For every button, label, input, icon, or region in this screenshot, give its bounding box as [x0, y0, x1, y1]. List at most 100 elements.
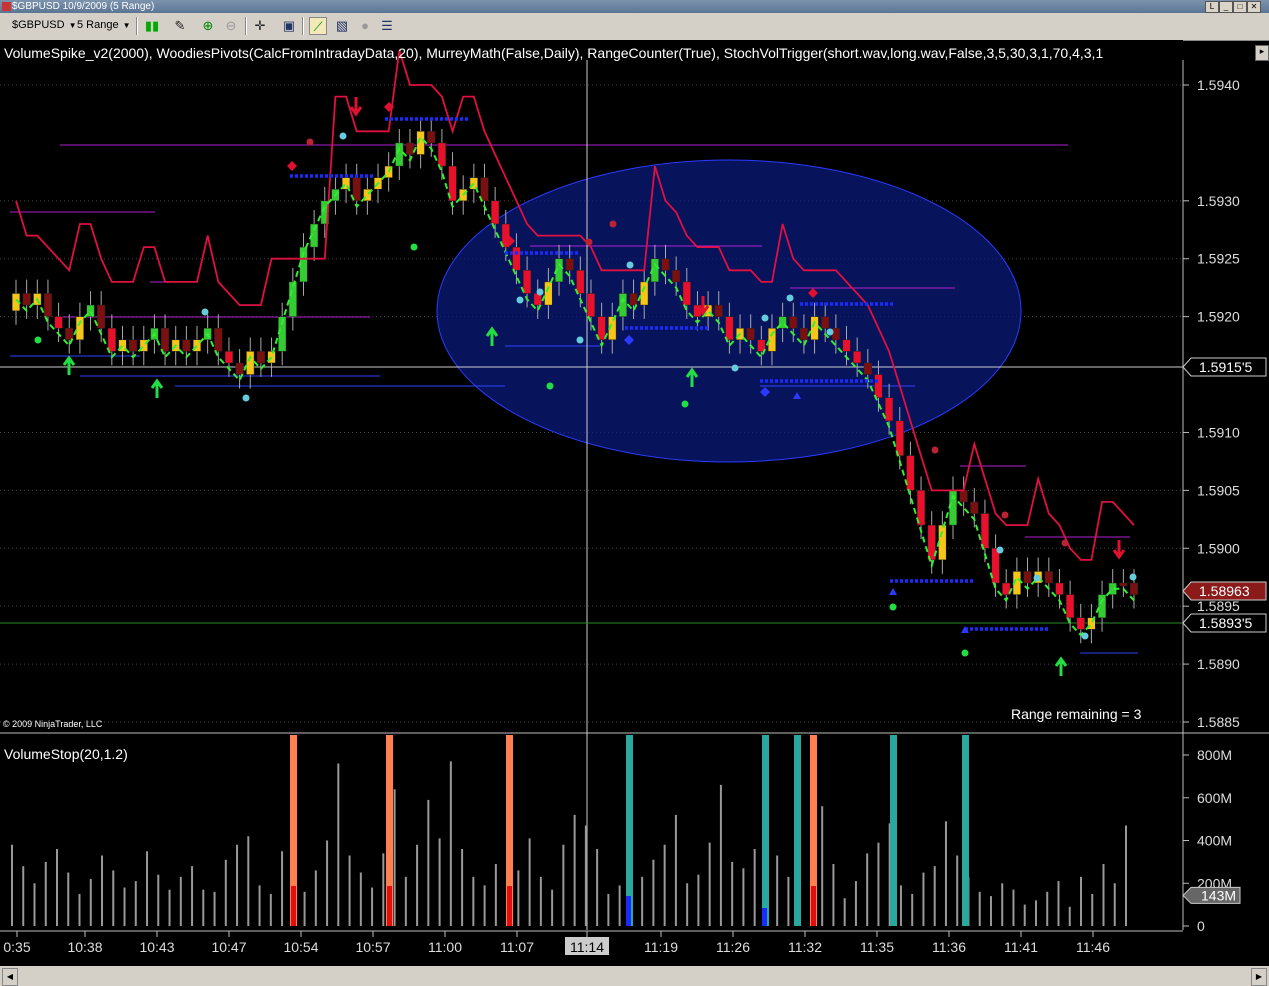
- candle-body: [182, 339, 191, 352]
- time-tick-label: 10:47: [211, 939, 246, 955]
- candle-body: [682, 281, 691, 306]
- volume-signal-base: [811, 886, 816, 926]
- price-tick-label: 1.5930: [1197, 193, 1240, 209]
- candle-body: [75, 316, 84, 341]
- volume-signal-base: [762, 908, 767, 926]
- candle-body: [1055, 582, 1064, 595]
- signal-dot-marker: [536, 288, 544, 296]
- candle-body: [895, 420, 904, 456]
- candle-body: [565, 258, 574, 271]
- signal-dot-marker: [1061, 539, 1069, 547]
- price-tick-label: 1.5920: [1197, 309, 1240, 325]
- price-tick-label: 1.5895: [1197, 598, 1240, 614]
- volume-tick-label: 600M: [1197, 790, 1232, 806]
- signal-dot-marker: [576, 336, 584, 344]
- candle-body: [789, 316, 798, 329]
- candle-body: [512, 246, 521, 271]
- candle-body: [597, 316, 606, 341]
- candle-body: [437, 142, 446, 167]
- candle-body: [576, 270, 585, 294]
- candle-body: [842, 339, 851, 352]
- time-tick-label: 11:41: [1004, 939, 1038, 955]
- signal-dot-marker: [731, 364, 739, 372]
- current-volume-label: 143M: [1201, 887, 1236, 903]
- candle-body: [352, 177, 361, 202]
- candle-body: [799, 327, 809, 341]
- signal-dot-marker: [826, 328, 834, 336]
- volume-signal-bar: [890, 735, 897, 926]
- candle-body: [767, 327, 777, 352]
- signal-dot-marker: [609, 220, 617, 228]
- scroll-right-icon[interactable]: ▶: [1251, 968, 1267, 986]
- last-price-label: 1.58963: [1199, 583, 1250, 599]
- volume-tick-label: 800M: [1197, 747, 1232, 763]
- signal-dot-marker: [761, 314, 769, 322]
- volume-signal-base: [291, 886, 296, 926]
- candle-body: [54, 316, 63, 329]
- signal-dot-marker: [1033, 574, 1041, 582]
- candle-body: [970, 501, 979, 514]
- price-tick-label: 1.5885: [1197, 714, 1240, 730]
- candle-body: [1044, 571, 1053, 584]
- candle-body: [725, 316, 734, 341]
- time-tick-label: 10:54: [283, 939, 318, 955]
- candle-body: [1066, 594, 1075, 619]
- candle-body: [214, 327, 223, 352]
- candle-body: [65, 327, 74, 341]
- signal-dot-marker: [242, 394, 250, 402]
- signal-dot-marker: [410, 243, 418, 251]
- candle-body: [714, 304, 723, 317]
- candle-body: [831, 327, 840, 341]
- time-tick-label: 11:36: [932, 939, 966, 955]
- signal-dot-marker: [585, 238, 593, 246]
- candle-body: [885, 397, 894, 422]
- signal-dot-marker: [516, 296, 524, 304]
- signal-dot-marker: [306, 138, 314, 146]
- volume-signal-base: [507, 886, 512, 926]
- candle-body: [544, 281, 553, 306]
- candle-body: [906, 455, 915, 491]
- candle-body: [129, 339, 138, 352]
- candle-body: [1023, 571, 1032, 584]
- candle-body: [1129, 582, 1139, 595]
- time-tick-label: 11:46: [1076, 939, 1110, 955]
- candle-body: [959, 490, 968, 503]
- candle-body: [1097, 594, 1107, 619]
- volume-tick-label: 400M: [1197, 833, 1232, 849]
- candle-body: [427, 131, 436, 144]
- indicator-list: VolumeSpike_v2(2000), WoodiesPivots(Calc…: [4, 45, 1104, 61]
- volume-signal-bar: [962, 735, 969, 926]
- price-tick-label: 1.5925: [1197, 251, 1240, 267]
- candle-body: [1119, 582, 1128, 587]
- signal-dot-marker: [201, 308, 209, 316]
- time-tick-label: 11:14: [570, 939, 604, 955]
- candle-body: [256, 351, 265, 364]
- signal-dot-marker: [1001, 511, 1009, 519]
- signal-dot-marker: [889, 603, 897, 611]
- time-tick-label: 11:00: [428, 939, 462, 955]
- candle-body: [160, 327, 170, 352]
- signal-dot-marker: [1081, 632, 1089, 640]
- signal-dot-marker: [996, 546, 1004, 554]
- candle-body: [235, 362, 244, 375]
- signal-dot-marker: [626, 261, 634, 269]
- price-chart[interactable]: 1.5940 1.5930 1.5925 1.5920 1.5910 1.5905 1.59…: [0, 0, 1269, 966]
- candle-body: [107, 327, 116, 352]
- time-tick-label: 11:07: [500, 939, 534, 955]
- volume-signal-base: [387, 886, 392, 926]
- time-tick-label: 11:19: [644, 939, 678, 955]
- time-tick-label: 0:35: [3, 939, 30, 955]
- scroll-left-icon[interactable]: ◀: [2, 968, 18, 986]
- time-tick-label: 10:43: [139, 939, 174, 955]
- horizontal-scrollbar[interactable]: ◀ ▶: [0, 966, 1269, 986]
- copyright-label: © 2009 NinjaTrader, LLC: [3, 719, 103, 729]
- signal-dot-marker: [961, 649, 969, 657]
- candle-body: [480, 177, 489, 202]
- volume-signal-base: [626, 896, 631, 926]
- candle-body: [288, 281, 297, 317]
- candle-body: [1076, 617, 1085, 630]
- time-tick-label: 11:32: [788, 939, 822, 955]
- candle-body: [640, 281, 649, 306]
- range-remaining-label: Range remaining = 3: [1011, 706, 1142, 722]
- candle-body: [618, 293, 627, 317]
